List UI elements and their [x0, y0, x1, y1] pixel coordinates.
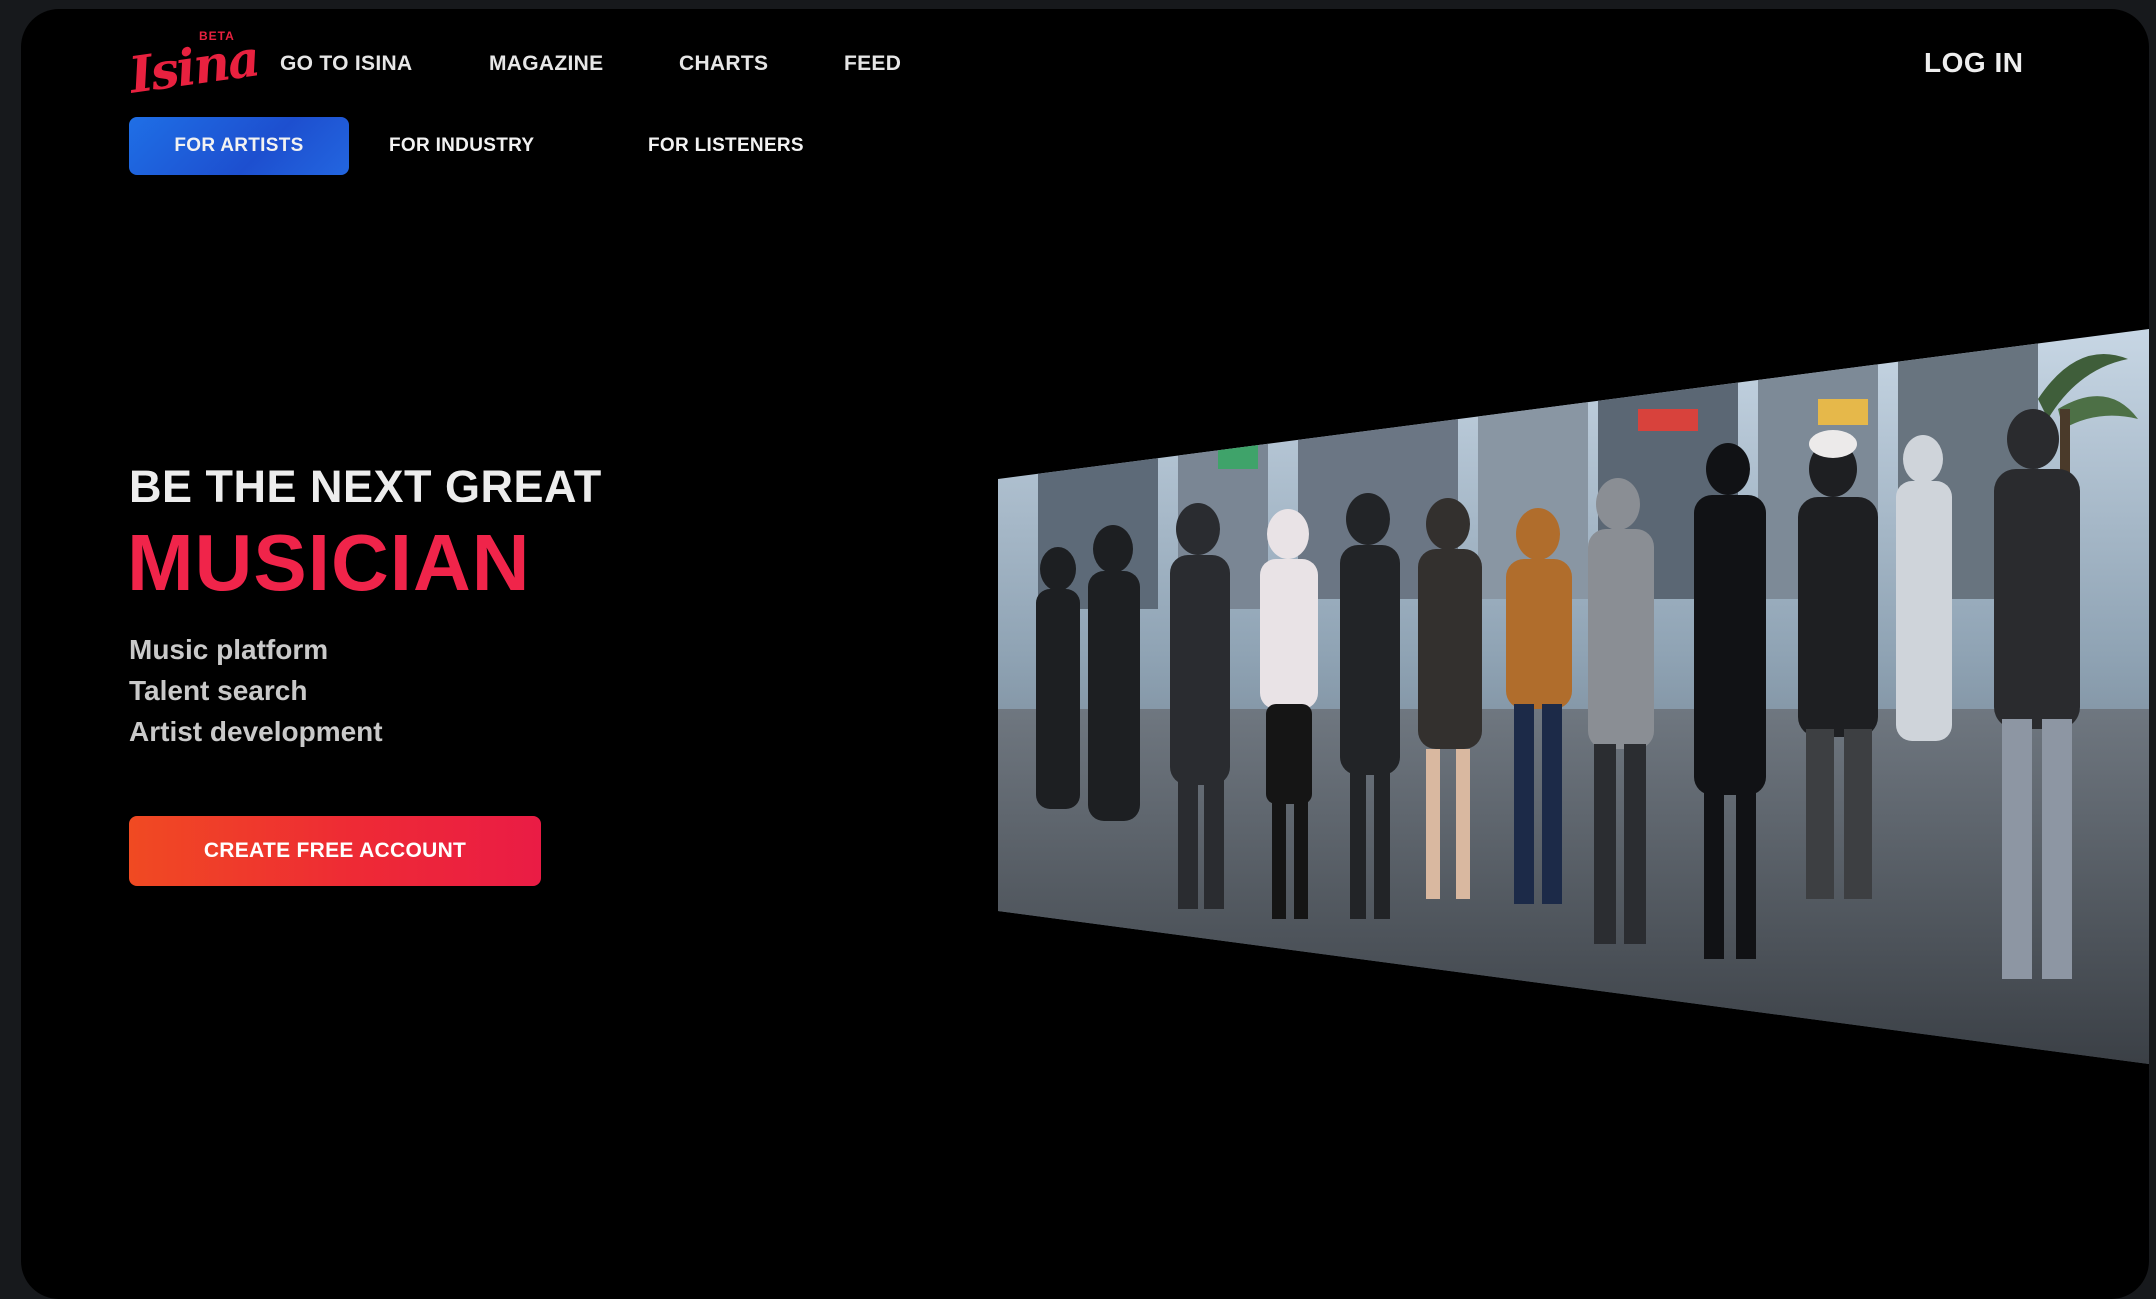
nav-link-go-to-isina[interactable]: GO TO ISINA — [280, 52, 412, 76]
hero-headline-accent: MUSICIAN — [127, 518, 531, 607]
hero-headline: BE THE NEXT GREAT — [129, 461, 602, 512]
nav-link-charts[interactable]: CHARTS — [679, 52, 768, 76]
nav-link-feed[interactable]: FEED — [844, 52, 901, 76]
isina-logo[interactable]: BETA Isina — [126, 27, 262, 104]
feature-item: Artist development — [129, 716, 383, 747]
create-free-account-button[interactable]: CREATE FREE ACCOUNT — [129, 816, 541, 886]
street-crowd-video-image — [998, 329, 2149, 1064]
tab-for-industry[interactable]: FOR INDUSTRY — [389, 117, 534, 175]
hero-video — [998, 319, 2149, 1064]
tab-for-artists[interactable]: FOR ARTISTS — [129, 117, 349, 175]
feature-item: Talent search — [129, 675, 308, 706]
feature-item: Music platform — [129, 634, 329, 665]
nav-link-magazine[interactable]: MAGAZINE — [489, 52, 603, 76]
app-frame: BETA Isina GO TO ISINA MAGAZINE CHARTS F… — [21, 9, 2149, 1299]
feature-list: Music platform Talent search Artist deve… — [129, 629, 383, 752]
logo-wordmark: Isina — [125, 28, 262, 105]
tab-for-listeners[interactable]: FOR LISTENERS — [648, 117, 804, 175]
login-button[interactable]: LOG IN — [1924, 47, 2023, 79]
